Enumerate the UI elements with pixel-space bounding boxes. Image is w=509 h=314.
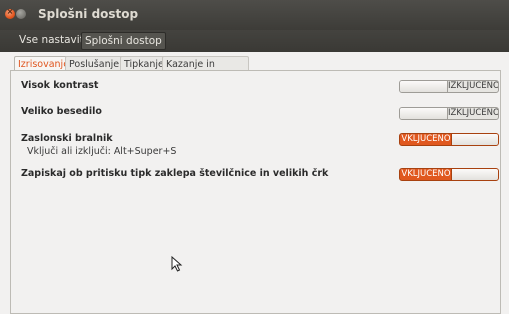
close-icon: × — [6, 7, 14, 16]
switch-knob — [400, 81, 448, 92]
screen-reader-switch[interactable]: VKLJUČENO — [399, 133, 499, 146]
switch-state-text: VKLJUČENO — [401, 134, 451, 144]
high-contrast-switch[interactable]: IZKLJUČENO — [399, 80, 499, 93]
high-contrast-label: Visok kontrast — [21, 80, 99, 91]
switch-state-text: IZKLJUČENO — [448, 108, 499, 118]
screen-reader-shortcut: Vključi ali izključi: Alt+Super+S — [27, 146, 177, 157]
breadcrumb: Vse nastavitve Splošni dostop — [0, 30, 509, 52]
title-bar: × Splošni dostop — [0, 0, 509, 30]
toggle-keys-beep-label: Zapiskaj ob pritisku tipk zaklepa števil… — [21, 168, 329, 179]
switch-state-text: IZKLJUČENO — [448, 81, 499, 91]
screen-reader-label: Zaslonski bralnik — [21, 133, 113, 144]
switch-knob — [451, 134, 498, 145]
minimize-window-button[interactable] — [16, 9, 26, 19]
switch-knob — [451, 169, 498, 180]
switch-knob — [400, 108, 448, 119]
settings-panel: Visok kontrast IZKLJUČENO Veliko besedil… — [10, 70, 501, 314]
window-title: Splošni dostop — [38, 7, 139, 21]
switch-state-text: VKLJUČENO — [401, 169, 451, 179]
main-content: Izrisovanje Poslušanje Tipkanje Kazanje … — [10, 52, 502, 314]
mouse-pointer-icon — [171, 256, 183, 272]
large-text-switch[interactable]: IZKLJUČENO — [399, 107, 499, 120]
large-text-label: Veliko besedilo — [21, 106, 102, 117]
close-window-button[interactable]: × — [5, 7, 15, 19]
toggle-keys-beep-switch[interactable]: VKLJUČENO — [399, 168, 499, 181]
breadcrumb-current[interactable]: Splošni dostop — [81, 32, 166, 50]
